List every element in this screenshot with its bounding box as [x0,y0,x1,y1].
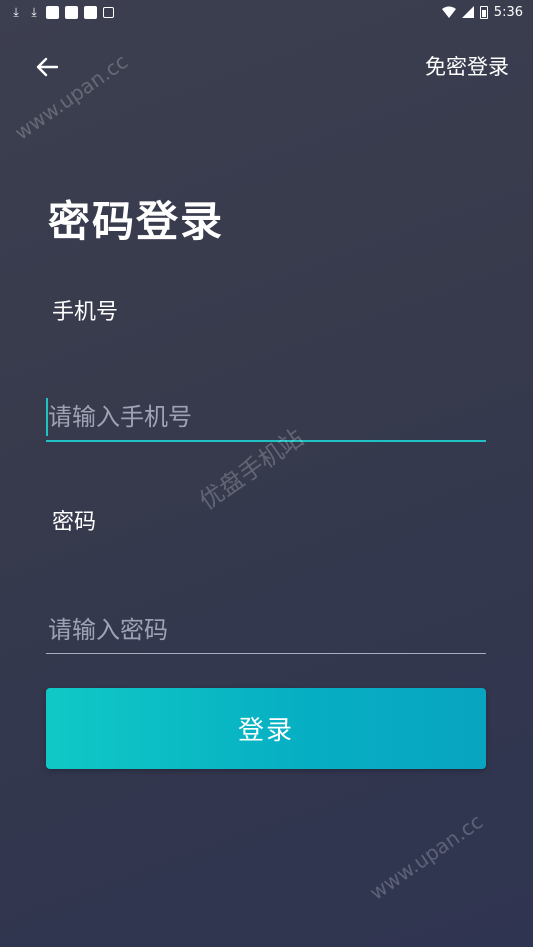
signal-icon [461,6,474,18]
notification-icon [84,5,97,19]
arrow-left-icon [36,57,58,77]
status-bar: ⤓ ⤓ 5:36 [0,0,533,24]
password-label: 密码 [52,510,97,535]
phone-input[interactable] [46,394,486,442]
watermark: www.upan.cc [10,49,133,145]
wifi-icon [441,6,456,18]
password-input[interactable] [46,606,486,654]
text-caret [46,398,48,436]
status-time: 5:36 [493,4,523,20]
login-button[interactable]: 登录 [46,688,486,769]
back-button[interactable] [30,52,64,82]
passwordless-login-link[interactable]: 免密登录 [425,52,509,82]
page-title: 密码登录 [48,197,225,246]
download-icon: ⤓ [31,5,37,19]
notification-icon [46,5,59,19]
app-notification-icon [103,6,114,18]
status-notifications: ⤓ ⤓ [10,5,114,19]
watermark: www.upan.cc [365,809,488,905]
phone-label: 手机号 [52,300,119,325]
notification-icon [65,5,78,19]
battery-icon [479,5,488,19]
download-icon: ⤓ [13,5,19,19]
status-system: 5:36 [441,4,523,20]
